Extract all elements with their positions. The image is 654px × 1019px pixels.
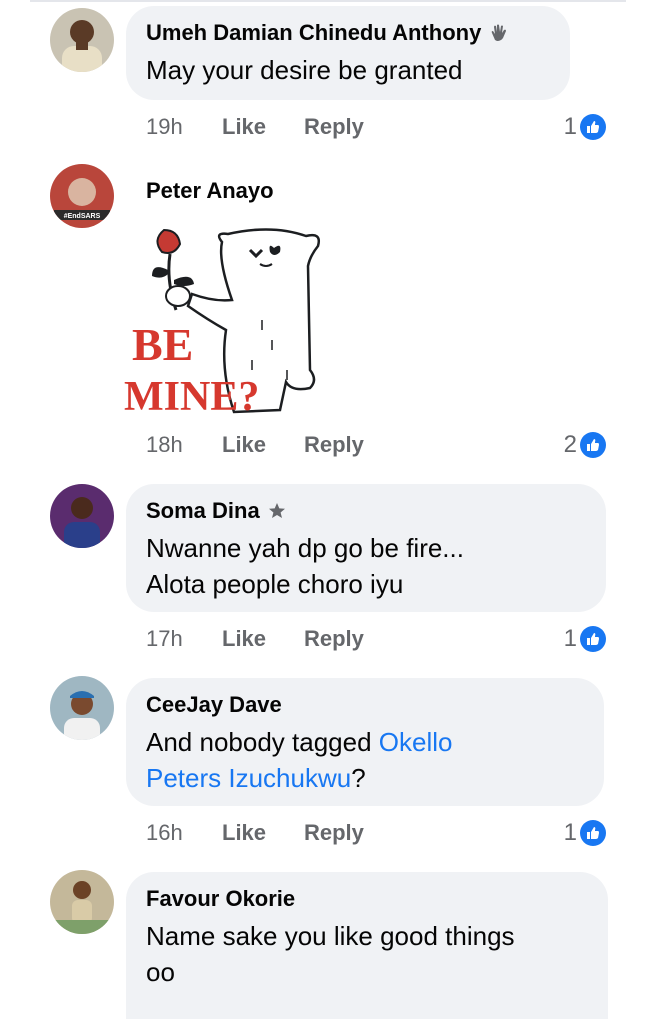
timestamp[interactable]: 17h [146, 626, 222, 652]
like-button[interactable]: Like [222, 626, 304, 652]
author-link[interactable]: Favour Okorie [146, 886, 295, 912]
comment-text-line: Name sake you like good things [146, 921, 515, 951]
comment-bubble: Umeh Damian Chinedu Anthony May your des… [126, 6, 570, 100]
like-button[interactable]: Like [222, 820, 304, 846]
star-icon [268, 502, 286, 520]
comment-text-part: And nobody tagged [146, 727, 379, 757]
comment-text: And nobody tagged Okello Peters Izuchukw… [146, 724, 584, 796]
comment-actions: 17h Like Reply [146, 626, 384, 652]
avatar[interactable] [50, 484, 114, 548]
thumbs-up-icon [580, 820, 606, 846]
reaction-count[interactable]: 1 [564, 113, 606, 141]
reaction-count[interactable]: 1 [564, 819, 606, 847]
mention-link[interactable]: Okello [379, 727, 453, 757]
comment-text-line: Alota people choro iyu [146, 569, 404, 599]
timestamp[interactable]: 19h [146, 114, 222, 140]
reply-button[interactable]: Reply [304, 626, 384, 652]
comment-bubble: Favour Okorie Name sake you like good th… [126, 872, 608, 1019]
thumbs-up-icon [580, 626, 606, 652]
comment-text-line: Nwanne yah dp go be fire... [146, 533, 464, 563]
thumbs-up-icon [580, 432, 606, 458]
reaction-number: 1 [563, 113, 577, 140]
avatar[interactable]: #EndSARS [50, 164, 114, 228]
reply-button[interactable]: Reply [304, 114, 384, 140]
reply-button[interactable]: Reply [304, 820, 384, 846]
thumbs-up-icon [580, 114, 606, 140]
comment-text-line: oo [146, 957, 175, 987]
wave-hand-icon [489, 23, 509, 43]
author-link[interactable]: CeeJay Dave [146, 692, 282, 718]
like-button[interactable]: Like [222, 432, 304, 458]
reaction-number: 1 [563, 819, 577, 846]
author-name[interactable]: Favour Okorie [146, 886, 588, 912]
sticker-text-be: BE [132, 319, 193, 370]
reaction-number: 2 [563, 431, 577, 458]
avatar[interactable] [50, 676, 114, 740]
reaction-number: 1 [563, 625, 577, 652]
comment-bubble: Soma Dina Nwanne yah dp go be fire... Al… [126, 484, 606, 612]
reply-button[interactable]: Reply [304, 432, 384, 458]
timestamp[interactable]: 16h [146, 820, 222, 846]
comment-text: May your desire be granted [146, 55, 463, 85]
author-name[interactable]: Soma Dina [146, 498, 586, 524]
author-name[interactable]: CeeJay Dave [146, 692, 584, 718]
avatar[interactable] [50, 870, 114, 934]
avatar[interactable] [50, 8, 114, 72]
author-link[interactable]: Soma Dina [146, 498, 260, 524]
comment-text-part: ? [351, 763, 366, 793]
reaction-count[interactable]: 1 [564, 625, 606, 653]
comment-text: Name sake you like good things oo [146, 918, 588, 990]
like-button[interactable]: Like [222, 114, 304, 140]
author-name[interactable]: Peter Anayo [146, 178, 274, 204]
sticker-text-mine: MINE? [124, 374, 259, 420]
be-mine-sticker[interactable]: BE MINE? [122, 220, 332, 420]
comment-actions: 16h Like Reply [146, 820, 384, 846]
author-name[interactable]: Umeh Damian Chinedu Anthony [146, 20, 550, 46]
avatar-caption: #EndSARS [64, 213, 101, 220]
reaction-count[interactable]: 2 [564, 431, 606, 459]
author-link[interactable]: Umeh Damian Chinedu Anthony [146, 20, 481, 46]
comment-bubble: CeeJay Dave And nobody tagged Okello Pet… [126, 678, 604, 806]
top-divider [30, 0, 626, 2]
author-link[interactable]: Peter Anayo [146, 178, 274, 204]
mention-link[interactable]: Peters Izuchukwu [146, 763, 351, 793]
timestamp[interactable]: 18h [146, 432, 222, 458]
comment-text: Nwanne yah dp go be fire... Alota people… [146, 530, 586, 602]
comment-actions: 19h Like Reply [146, 114, 384, 140]
comment-actions: 18h Like Reply [146, 432, 384, 458]
